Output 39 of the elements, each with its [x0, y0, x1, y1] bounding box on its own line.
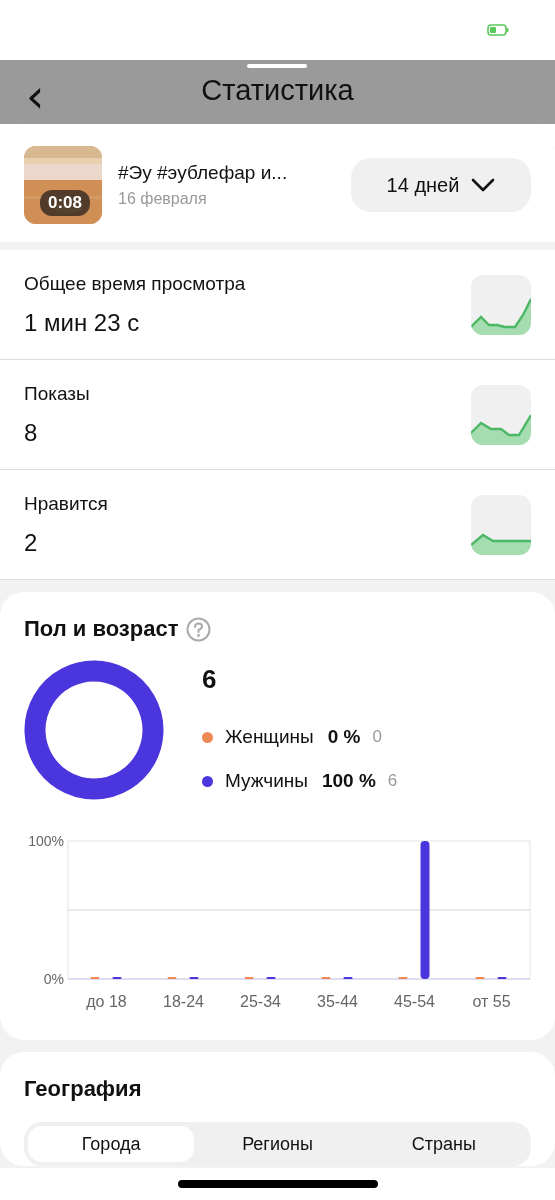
video-title: #Эу #эублефар и... [118, 162, 289, 184]
sparkline-chart [471, 384, 531, 445]
metric-value: 8 [24, 418, 39, 447]
metric-label: Нравится [24, 492, 108, 515]
sheet-handle [247, 64, 307, 68]
back-button[interactable]: ‹ [20, 73, 51, 119]
metric-label: Показы [24, 382, 90, 405]
category-label: до 18 [86, 993, 127, 1010]
category-label: 18-24 [163, 993, 204, 1010]
legend-label: Женщины [225, 726, 314, 748]
section-title: Пол и возраст [24, 616, 179, 642]
video-date: 16 февраля [118, 190, 208, 208]
sparkline-chart [471, 274, 531, 335]
axis-tick-label: 0% [43, 971, 64, 987]
period-dropdown[interactable]: 14 дней [351, 158, 531, 212]
category-label: 25-34 [240, 993, 281, 1010]
axis-tick-label: 100% [28, 833, 64, 849]
video-duration: 0:08 [40, 190, 91, 216]
metric-value: 2 [24, 528, 39, 557]
screen-title: Статистика [201, 74, 354, 107]
legend-count: 6 [387, 771, 398, 791]
metric-value: 1 мин 23 с [24, 308, 141, 337]
category-label: 45-54 [394, 993, 435, 1010]
legend-count: 0 [372, 727, 382, 747]
chevron-down-icon [471, 178, 496, 192]
total-count: 6 [202, 664, 218, 695]
battery-icon [487, 24, 509, 36]
tab[interactable]: Города [28, 1126, 195, 1162]
section-title: География [24, 1076, 142, 1101]
category-label: 35-44 [317, 993, 358, 1010]
category-label: от 55 [472, 993, 511, 1010]
help-icon[interactable] [186, 616, 212, 642]
tab[interactable]: Регионы [194, 1126, 361, 1162]
metric-label: Общее время просмотра [24, 272, 246, 295]
tab[interactable]: Страны [360, 1126, 527, 1162]
legend-percent: 100 % [321, 770, 376, 792]
legend-percent: 0 % [327, 726, 361, 748]
sparkline-chart [471, 494, 531, 555]
legend-label: Мужчины [225, 770, 308, 792]
